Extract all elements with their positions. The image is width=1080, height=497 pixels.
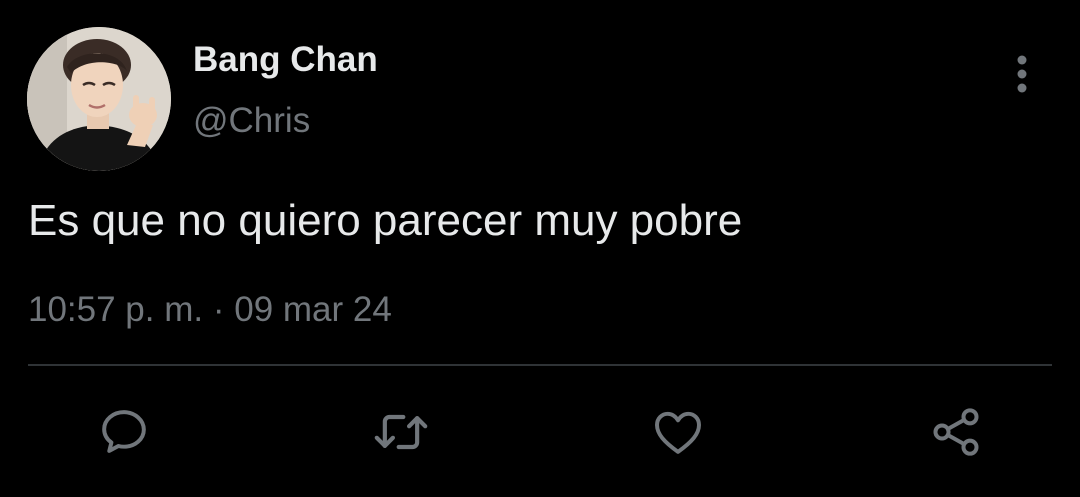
tweet-text: Es que no quiero parecer muy pobre xyxy=(28,196,743,245)
timestamp-separator: · xyxy=(212,290,225,329)
share-button[interactable] xyxy=(924,400,988,464)
avatar[interactable] xyxy=(27,27,171,171)
retweet-icon xyxy=(374,414,428,450)
retweet-button[interactable] xyxy=(369,400,433,464)
divider xyxy=(28,364,1052,366)
speech-bubble-icon xyxy=(102,410,146,453)
profile-photo xyxy=(27,27,171,171)
user-handle[interactable]: @Chris xyxy=(193,101,310,141)
share-icon xyxy=(933,408,979,456)
tweet-timestamp[interactable]: 10:57 p. m. · 09 mar 24 xyxy=(28,290,392,330)
vertical-ellipsis-icon xyxy=(1017,55,1027,93)
reply-button[interactable] xyxy=(92,400,156,464)
tweet-time: 10:57 p. m. xyxy=(28,290,204,329)
more-options-button[interactable] xyxy=(1000,52,1044,96)
tweet-date: 09 mar 24 xyxy=(234,290,392,329)
like-button[interactable] xyxy=(646,400,710,464)
heart-icon xyxy=(655,411,701,454)
display-name[interactable]: Bang Chan xyxy=(193,40,378,80)
